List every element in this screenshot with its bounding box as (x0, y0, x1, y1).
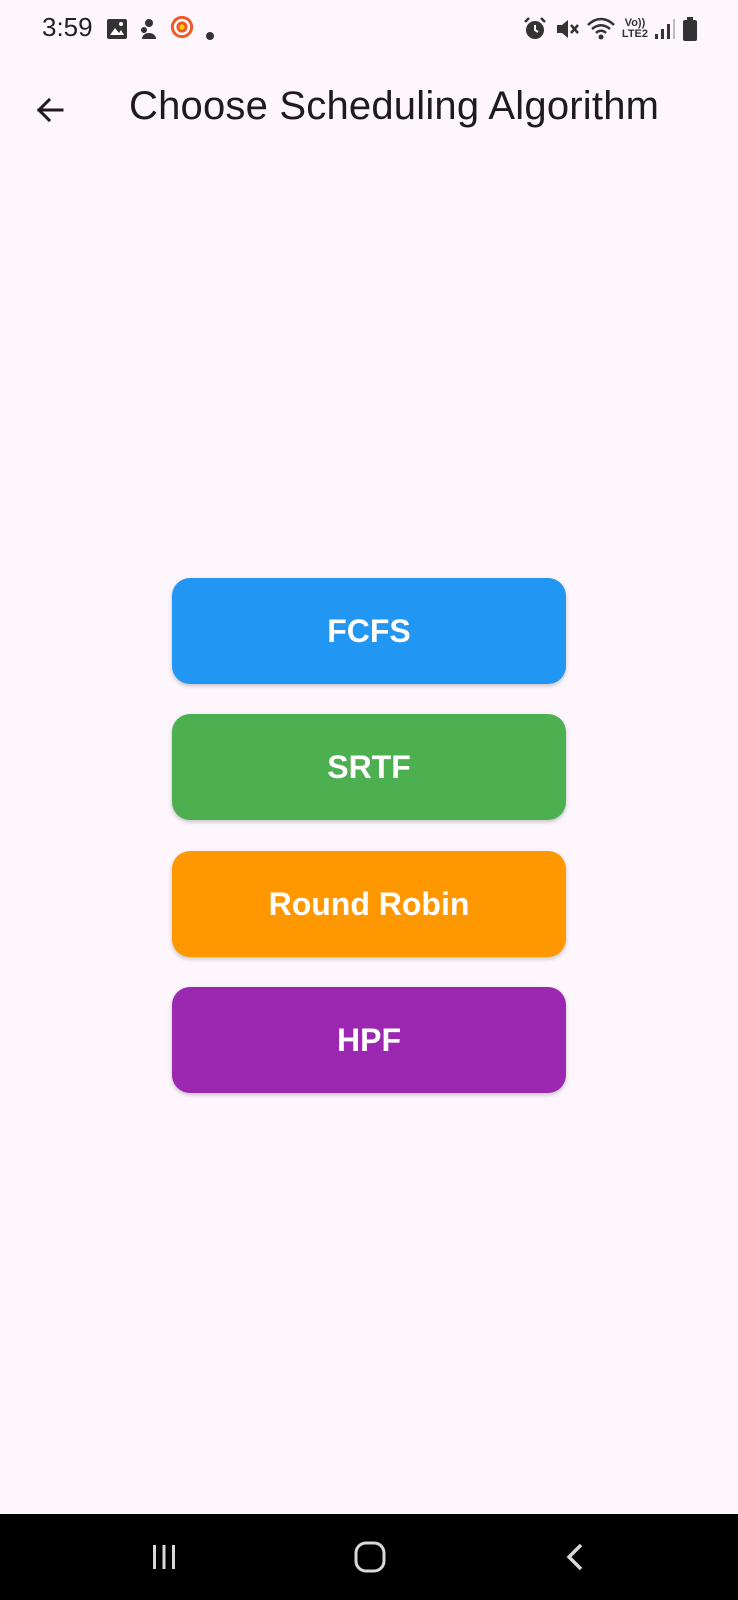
status-time: 3:59 (42, 12, 93, 42)
recent-apps-button[interactable] (134, 1532, 194, 1582)
round-robin-button[interactable]: Round Robin (172, 851, 566, 957)
back-button[interactable] (26, 86, 74, 134)
srtf-button[interactable]: SRTF (172, 714, 566, 820)
app-icon (141, 19, 156, 39)
status-bar: 3:59 Vo)) LTE2 (0, 0, 738, 56)
notification-app-icon (170, 15, 194, 39)
home-button[interactable] (340, 1532, 400, 1582)
system-nav-bar (0, 1514, 738, 1600)
signal-icon (655, 19, 675, 39)
alarm-icon (524, 17, 546, 39)
chevron-left-icon (566, 1543, 583, 1571)
page-title: Choose Scheduling Algorithm (129, 84, 660, 128)
arrow-left-icon (36, 97, 64, 123)
recent-apps-icon (153, 1545, 175, 1569)
hpf-button[interactable]: HPF (172, 987, 566, 1093)
network-label: Vo)) LTE2 (621, 17, 648, 40)
nav-back-button[interactable] (546, 1532, 606, 1582)
image-icon (107, 19, 127, 39)
status-icons: Vo)) LTE2 (522, 14, 698, 44)
fcfs-button[interactable]: FCFS (172, 578, 566, 684)
app-bar: Choose Scheduling Algorithm (0, 70, 738, 150)
battery-icon (683, 17, 697, 41)
home-icon (354, 1541, 386, 1573)
wifi-icon (587, 17, 615, 40)
dot-icon (206, 32, 214, 40)
mute-icon (556, 20, 579, 38)
app-screen: 3:59 Vo)) LTE2 Choose Scheduling Algorit… (0, 0, 738, 1600)
